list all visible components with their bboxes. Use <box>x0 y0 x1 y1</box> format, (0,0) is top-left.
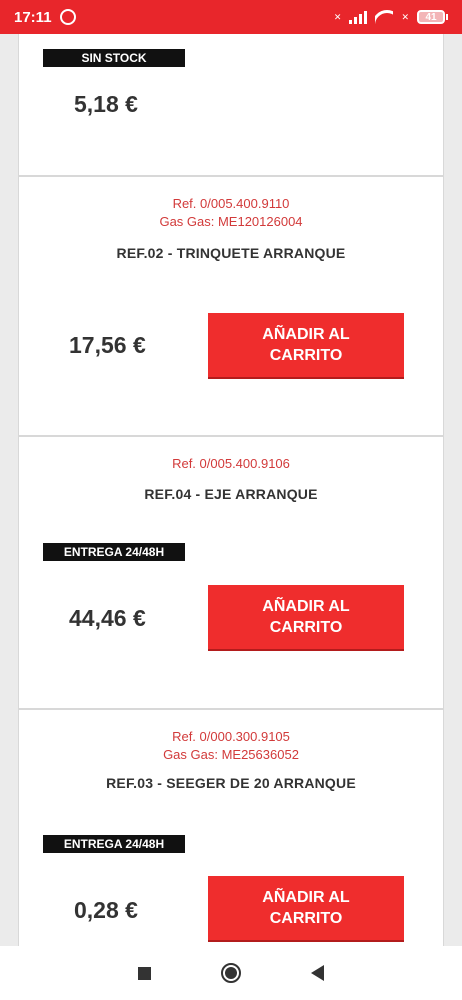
product-ref: Ref. 0/005.400.9106 <box>172 456 290 471</box>
status-icons: ✕ ✕ 41 <box>334 10 448 24</box>
product-title[interactable]: REF.02 - TRINQUETE ARRANQUE <box>19 245 443 261</box>
signal-icon <box>349 10 368 24</box>
battery-icon: 41 <box>417 10 448 24</box>
product-card: SIN STOCK 5,18 € <box>18 34 444 176</box>
navigation-bar <box>0 946 462 1000</box>
home-icon[interactable] <box>221 963 241 983</box>
no-sim-icon: ✕ <box>333 11 342 22</box>
product-title[interactable]: REF.03 - SEEGER DE 20 ARRANQUE <box>19 775 443 791</box>
status-time: 17:11 <box>14 8 52 26</box>
product-card: Ref. 0/005.400.9106 REF.04 - EJE ARRANQU… <box>18 436 444 709</box>
product-card: Ref. 0/005.400.9110 Gas Gas: ME120126004… <box>18 176 444 436</box>
product-gasgas-ref: Gas Gas: ME25636052 <box>163 747 299 762</box>
x-icon: ✕ <box>401 11 409 22</box>
product-title[interactable]: REF.04 - EJE ARRANQUE <box>19 486 443 502</box>
add-to-cart-button[interactable]: AÑADIR AL CARRITO <box>208 585 404 649</box>
status-bar: 17:11 ✕ ✕ 41 <box>0 0 462 34</box>
battery-level: 41 <box>425 11 437 23</box>
product-card: Ref. 0/000.300.9105 Gas Gas: ME25636052 … <box>18 709 444 946</box>
product-price: 44,46 € <box>69 605 146 631</box>
product-price: 0,28 € <box>74 897 138 923</box>
stock-badge: SIN STOCK <box>43 49 185 67</box>
product-list[interactable]: SIN STOCK 5,18 € Ref. 0/005.400.9110 Gas… <box>0 34 462 946</box>
delivery-badge: ENTREGA 24/48H <box>43 543 185 561</box>
delivery-badge: ENTREGA 24/48H <box>43 835 185 853</box>
product-price: 17,56 € <box>69 332 146 358</box>
product-ref: Ref. 0/005.400.9110 <box>172 196 290 211</box>
back-icon[interactable] <box>311 965 324 981</box>
product-gasgas-ref: Gas Gas: ME120126004 <box>159 214 303 229</box>
product-price: 5,18 € <box>74 91 138 117</box>
product-ref: Ref. 0/000.300.9105 <box>172 729 290 744</box>
add-to-cart-button[interactable]: AÑADIR AL CARRITO <box>208 313 404 377</box>
recent-apps-icon[interactable] <box>138 966 151 980</box>
add-to-cart-button[interactable]: AÑADIR AL CARRITO <box>208 876 404 940</box>
wifi-icon <box>375 10 393 24</box>
alarm-icon <box>59 9 76 25</box>
